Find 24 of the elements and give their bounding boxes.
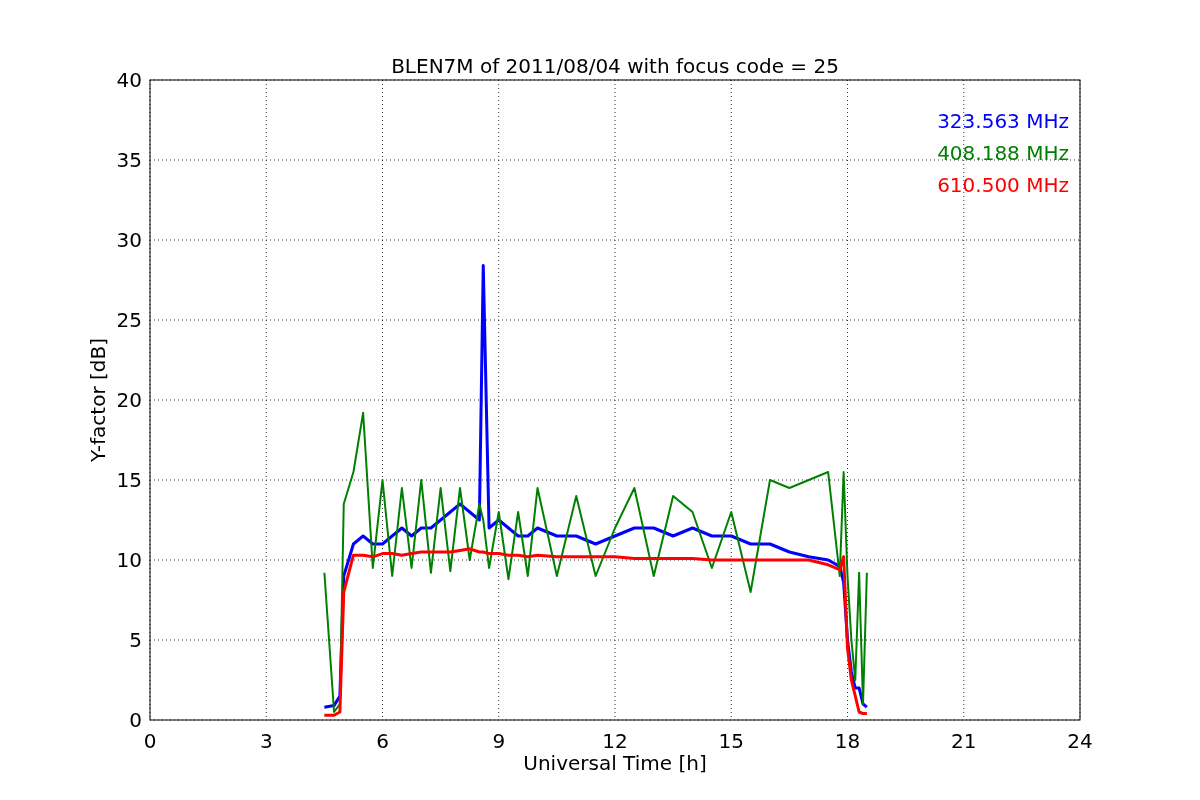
axis-label: Universal Time [h] — [523, 751, 707, 775]
legend-label: 610.500 MHz — [937, 173, 1069, 197]
tick-label: 18 — [834, 729, 861, 753]
tick-label: 12 — [602, 729, 628, 753]
tick-label: 5 — [129, 628, 142, 652]
tick-label: 0 — [143, 729, 157, 753]
chart-title: BLEN7M of 2011/08/04 with focus code = 25 — [391, 54, 839, 78]
legend-label: 408.188 MHz — [937, 141, 1069, 165]
tick-label: 35 — [116, 148, 142, 172]
tick-label: 24 — [1067, 729, 1093, 753]
tick-label: 20 — [116, 388, 142, 412]
tick-label: 15 — [718, 729, 744, 753]
legend-label: 323.563 MHz — [937, 109, 1069, 133]
tick-label: 30 — [116, 228, 142, 252]
axis-label: Y-factor [dB] — [86, 338, 110, 462]
tick-label: 40 — [116, 68, 142, 92]
tick-label: 9 — [492, 729, 506, 753]
tick-label: 15 — [116, 468, 142, 492]
tick-label: 0 — [129, 708, 142, 732]
tick-label: 25 — [116, 308, 142, 332]
tick-label: 21 — [951, 729, 977, 753]
tick-label: 3 — [259, 729, 273, 753]
tick-label: 10 — [116, 548, 142, 572]
tick-label: 6 — [376, 729, 389, 753]
